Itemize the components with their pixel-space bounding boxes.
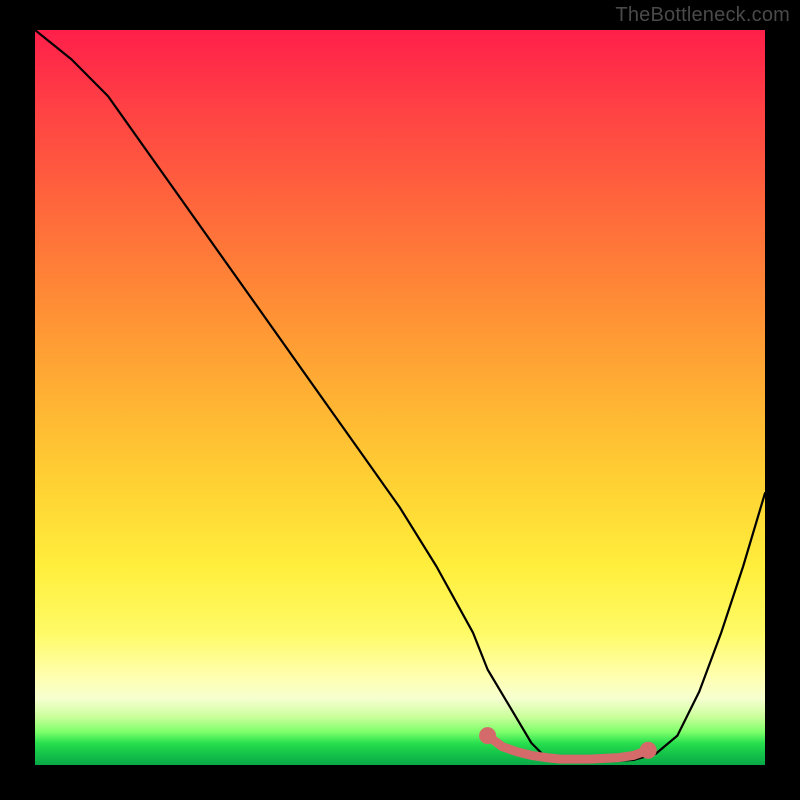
optimal-band-markers bbox=[482, 730, 654, 759]
chart-frame: TheBottleneck.com bbox=[0, 0, 800, 800]
optimal-band-end-dot bbox=[482, 730, 493, 741]
watermark-text: TheBottleneck.com bbox=[615, 4, 790, 27]
plot-area bbox=[35, 30, 765, 765]
mismatch-curve bbox=[35, 30, 765, 761]
curve-layer bbox=[35, 30, 765, 765]
optimal-band-end-dot bbox=[643, 745, 654, 756]
optimal-band-line bbox=[488, 736, 649, 760]
